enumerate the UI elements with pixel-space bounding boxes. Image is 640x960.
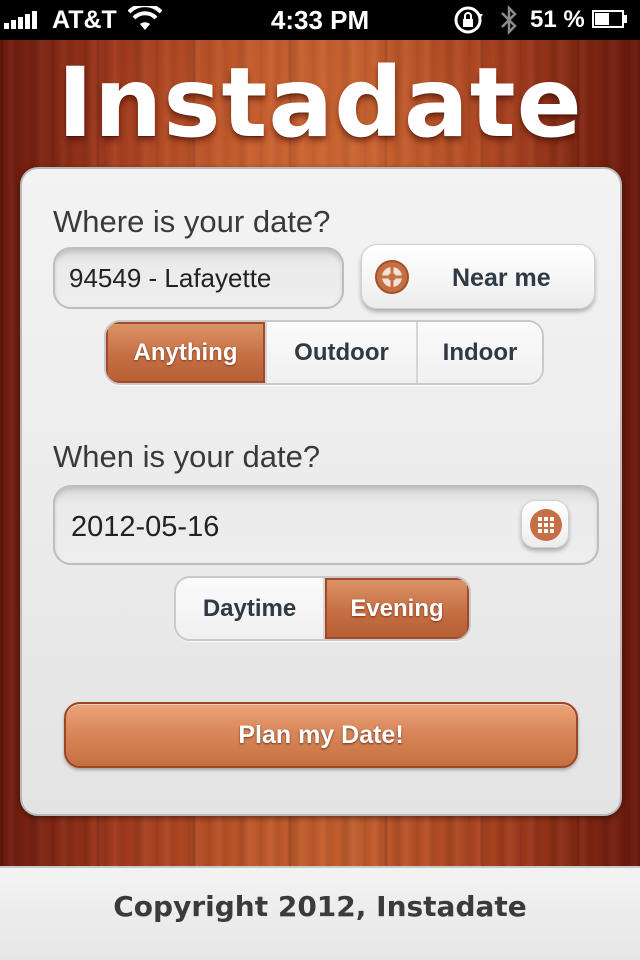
location-input[interactable]: 94549 - Lafayette [53,247,344,309]
calendar-icon [530,509,562,541]
copyright-text: Copyright 2012, Instadate [113,890,527,923]
when-label: When is your date? [53,439,321,474]
venue-segmented-control: Anything Outdoor Indoor [104,320,544,385]
date-input[interactable]: 2012-05-16 [53,485,599,565]
crosshair-icon [375,260,409,294]
time-segmented-control: Daytime Evening [174,576,471,641]
segment-indoor[interactable]: Indoor [416,322,542,383]
battery-icon [592,10,627,28]
footer: Copyright 2012, Instadate [0,866,640,960]
segment-outdoor[interactable]: Outdoor [265,322,416,383]
app-logo: Instadate [57,47,583,159]
segment-daytime[interactable]: Daytime [176,578,323,639]
calendar-button[interactable] [521,500,569,548]
battery-percent: 51 % [530,6,585,33]
segment-evening[interactable]: Evening [323,578,469,639]
date-planner-card: Where is your date? 94549 - Lafayette Ne… [20,167,622,816]
rotation-lock-icon [454,6,483,34]
where-label: Where is your date? [53,204,331,239]
near-me-label: Near me [452,264,551,292]
near-me-button[interactable]: Near me [361,244,595,309]
status-bar: AT&T 4:33 PM 51 % [0,0,640,40]
plan-button-label: Plan my Date! [238,720,404,749]
date-value: 2012-05-16 [71,511,220,543]
segment-anything[interactable]: Anything [106,322,265,383]
bluetooth-icon [501,4,517,36]
plan-my-date-button[interactable]: Plan my Date! [64,702,578,768]
